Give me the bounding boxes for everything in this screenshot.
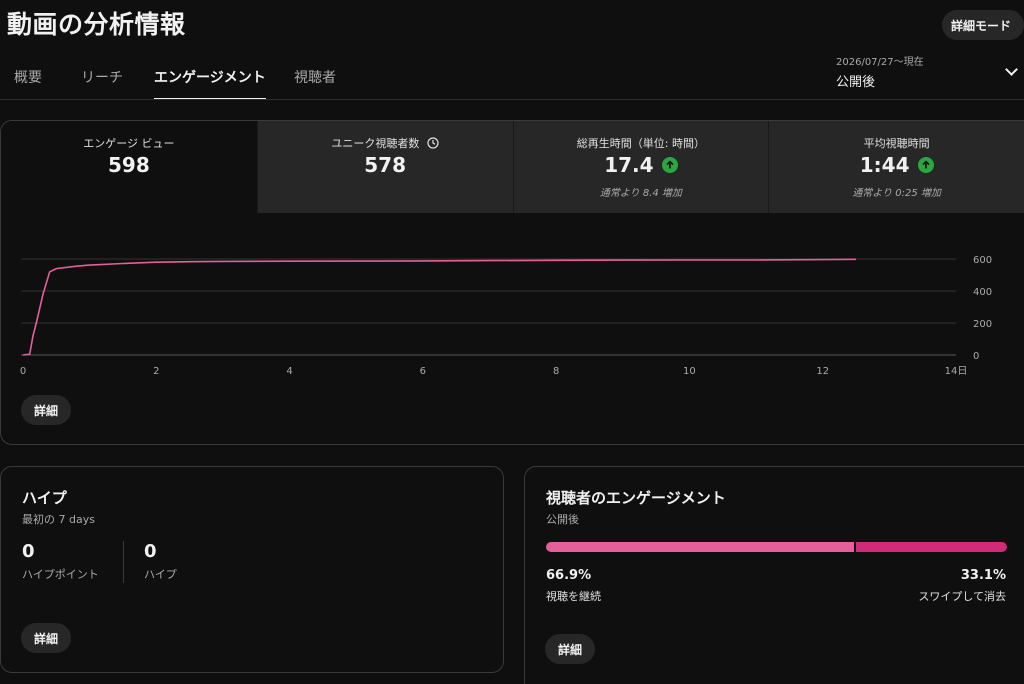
engagement-subtitle: 公開後 (546, 513, 579, 526)
detail-mode-button[interactable]: 詳細モード (942, 10, 1024, 40)
hype-subtitle: 最初の 7 days (22, 513, 95, 526)
date-range-selector[interactable]: 2026/07/27～現在 公開後 (836, 53, 1024, 90)
date-range-text: 2026/07/27～現在 (836, 57, 924, 68)
x-tick-label: 0 (20, 366, 26, 377)
page-title: 動画の分析情報 (7, 10, 186, 39)
metrics-card: エンゲージ ビュー 598 ユニーク視聴者数 578 総再生時間（単位: 時間）… (0, 120, 1024, 445)
engagement-bar-continue (546, 542, 854, 552)
audience-engagement-card: 視聴者のエンゲージメント 公開後 66.9% 視聴を継続 33.1% スワイプし… (524, 466, 1024, 684)
hype-count-value: 0 (144, 541, 157, 562)
y-tick-label: 600 (973, 255, 992, 266)
chart-detail-button[interactable]: 詳細 (21, 395, 71, 425)
metric-value: 598 (108, 153, 150, 177)
metric-label: エンゲージ ビュー (83, 137, 175, 150)
hype-card: ハイプ 最初の 7 days 0 ハイプポイント 0 ハイプ 詳細 (0, 466, 504, 673)
metric-unique-viewers[interactable]: ユニーク視聴者数 578 (256, 121, 513, 213)
metric-avg-view-duration[interactable]: 平均視聴時間 1:44 通常より 0:25 増加 (768, 121, 1024, 213)
continue-percent: 66.9% (546, 568, 592, 583)
metric-value: 578 (364, 153, 406, 177)
hype-divider (123, 541, 124, 583)
analytics-page: 動画の分析情報 詳細モード 概要 リーチ エンゲージメント 視聴者 2026/0… (0, 0, 1024, 684)
hype-points-value: 0 (22, 541, 35, 562)
chart-series-line (22, 258, 857, 356)
metric-watch-time[interactable]: 総再生時間（単位: 時間） 17.4 通常より 8.4 増加 (512, 121, 769, 213)
metric-engaged-views[interactable]: エンゲージ ビュー 598 (1, 121, 257, 213)
y-tick-label: 0 (973, 351, 979, 362)
tab-engagement[interactable]: エンゲージメント (154, 62, 266, 100)
engagement-detail-button[interactable]: 詳細 (545, 634, 595, 664)
metric-value: 17.4 (604, 153, 654, 177)
header-divider (0, 99, 1024, 100)
continue-label: 視聴を継続 (546, 590, 601, 603)
x-tick-label: 6 (420, 366, 426, 377)
engagement-title: 視聴者のエンゲージメント (546, 489, 726, 507)
x-tick-label: 4 (286, 366, 292, 377)
x-tick-label: 8 (553, 366, 559, 377)
metric-tabs: エンゲージ ビュー 598 ユニーク視聴者数 578 総再生時間（単位: 時間）… (1, 121, 1024, 213)
swipe-label: スワイプして消去 (918, 590, 1006, 603)
hype-title: ハイプ (22, 489, 67, 507)
engagement-bar (546, 542, 1007, 552)
x-tick-label: 10 (683, 366, 696, 377)
arrow-up-icon (917, 157, 934, 173)
hype-points-label: ハイプポイント (22, 568, 99, 581)
metric-label: ユニーク視聴者数 (331, 137, 420, 150)
x-tick-label: 12 (816, 366, 829, 377)
hype-points-stat: 0 ハイプポイント (22, 541, 99, 582)
tab-reach[interactable]: リーチ (81, 62, 123, 100)
metric-note: 通常より 8.4 増加 (599, 188, 682, 199)
metric-value: 1:44 (859, 153, 910, 177)
metric-note: 通常より 0:25 増加 (852, 188, 941, 199)
hype-count-stat: 0 ハイプ (144, 541, 177, 582)
metric-label: 平均視聴時間 (863, 137, 930, 150)
tab-audience[interactable]: 視聴者 (294, 62, 336, 100)
hype-count-label: ハイプ (144, 568, 177, 581)
x-tick-label: 14日 (945, 366, 968, 377)
engagement-bar-swipe (856, 542, 1007, 552)
x-tick-label: 2 (153, 366, 159, 377)
y-tick-label: 200 (973, 319, 992, 330)
engaged-views-chart: 0 200 400 600 0 2 4 6 8 10 12 14日 (20, 255, 992, 377)
hype-detail-button[interactable]: 詳細 (21, 623, 71, 653)
swipe-percent: 33.1% (960, 568, 1006, 583)
tab-overview[interactable]: 概要 (14, 62, 42, 100)
clock-icon (427, 137, 439, 149)
metric-label: 総再生時間（単位: 時間） (576, 137, 705, 150)
y-tick-label: 400 (973, 287, 992, 298)
date-range-label: 公開後 (836, 75, 876, 90)
arrow-up-icon (661, 157, 678, 173)
